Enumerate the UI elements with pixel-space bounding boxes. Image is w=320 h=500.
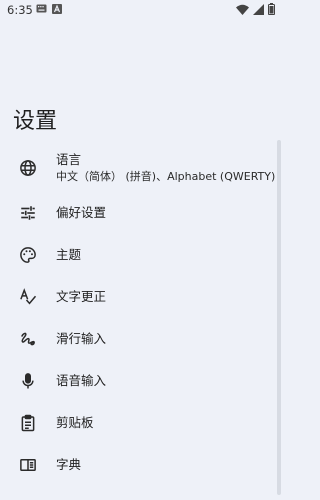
setting-item-glide-typing[interactable]: 滑行输入 [0,318,275,360]
battery-icon [268,3,275,15]
setting-text: 偏好设置 [56,205,271,221]
settings-list: 语言 中文（简体） (拼音)、Alphabet (QWERTY) 偏好设置 主题… [0,144,275,486]
setting-title: 语音输入 [56,373,107,388]
text-a-icon [52,4,62,14]
setting-text: 语音输入 [56,373,271,389]
microphone-icon [18,371,38,391]
gesture-icon [18,329,38,349]
setting-title: 滑行输入 [56,331,107,346]
setting-title: 字典 [56,457,82,472]
dictionary-icon [18,455,38,475]
setting-text: 文字更正 [56,289,271,305]
scrollbar-thumb[interactable] [277,140,281,495]
palette-icon [18,245,38,265]
keyboard-icon [36,4,47,13]
setting-title: 文字更正 [56,289,107,304]
setting-text: 字典 [56,457,271,473]
setting-text: 主题 [56,247,271,263]
tune-icon [18,203,38,223]
page-title: 设置 [13,109,58,134]
setting-text: 滑行输入 [56,331,271,347]
setting-item-clipboard[interactable]: 剪贴板 [0,402,275,444]
setting-text: 剪贴板 [56,415,271,431]
clipboard-icon [18,413,38,433]
wifi-icon [236,4,249,15]
spellcheck-icon [18,287,38,307]
setting-item-theme[interactable]: 主题 [0,234,275,276]
status-system-icons [236,3,275,15]
status-bar: 6:35 [0,0,281,20]
setting-title: 主题 [56,247,82,262]
setting-title: 剪贴板 [56,415,94,430]
status-notification-icons [36,4,62,14]
globe-icon [18,158,38,178]
setting-title: 语言 [56,152,82,167]
signal-icon [253,3,264,15]
setting-text: 语言 中文（简体） (拼音)、Alphabet (QWERTY) [56,152,276,184]
setting-item-text-correction[interactable]: 文字更正 [0,276,275,318]
setting-item-language[interactable]: 语言 中文（简体） (拼音)、Alphabet (QWERTY) [0,144,275,192]
setting-item-preferences[interactable]: 偏好设置 [0,192,275,234]
setting-title: 偏好设置 [56,205,107,220]
setting-item-voice-input[interactable]: 语音输入 [0,360,275,402]
setting-item-dictionary[interactable]: 字典 [0,444,275,486]
setting-subtitle: 中文（简体） (拼音)、Alphabet (QWERTY) [56,170,276,183]
status-time: 6:35 [7,3,33,17]
